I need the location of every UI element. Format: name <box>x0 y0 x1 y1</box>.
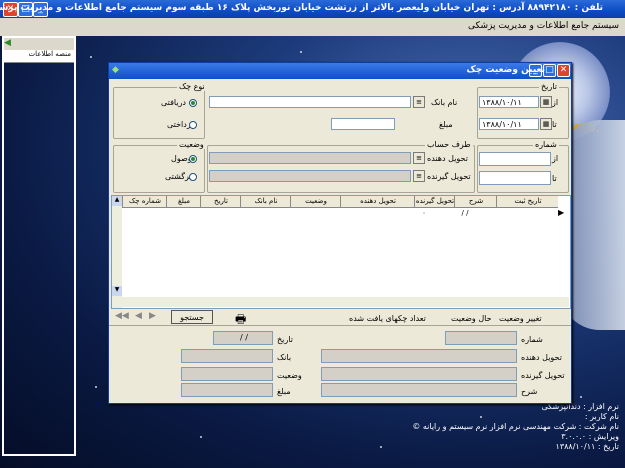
menu-title: سیستم جامع اطلاعات و مدیریت پزشکی <box>467 21 619 31</box>
number-to-label: تا <box>552 174 557 183</box>
number-from-label: از <box>552 154 559 163</box>
deliverer-lookup-icon[interactable]: ≡ <box>413 152 425 164</box>
sidebar-header: ◀ <box>4 38 74 50</box>
footer-date: تاریخ : ۱۳۸۸/۱۰/۱۱ <box>555 442 619 451</box>
number-to-input[interactable] <box>479 171 551 185</box>
calendar-to-icon[interactable]: ▦ <box>540 118 552 130</box>
date-group <box>477 87 569 139</box>
found-count-label: تعداد چکهای یافت شده <box>349 314 426 323</box>
search-button[interactable]: جستجو <box>171 310 213 324</box>
number-group-label: شماره <box>533 140 559 149</box>
scroll-down-icon[interactable]: ▼ <box>112 286 122 296</box>
amount-label: مبلغ <box>439 120 453 129</box>
scroll-up-icon[interactable]: ▲ <box>112 196 122 206</box>
dialog-title: تعیین وضعیت چک <box>466 65 545 75</box>
amount-input[interactable] <box>331 118 395 130</box>
col-date[interactable]: تاریخ <box>200 196 241 207</box>
nav-next-icon[interactable]: ▶ <box>149 311 156 321</box>
footer-company: نام شرکت : شرکت مهندسی نرم افزار نرم سیس… <box>412 422 619 431</box>
detail-amount-label: مبلغ <box>277 387 291 396</box>
col-receiver[interactable]: تحویل گیرنده <box>414 196 455 207</box>
date-group-label: تاریخ <box>539 82 559 91</box>
type-received-radio[interactable] <box>189 99 197 107</box>
status-group-label: وضعیت <box>177 140 206 149</box>
printer-icon[interactable]: 🖶 <box>235 310 246 331</box>
sidebar-menu-button[interactable]: منصه اطلاعات <box>4 50 74 63</box>
app-titlebar: ✕ □ _ تلفن : ۸۸۹۴۲۱۸۰ آدرس : تهران خیابا… <box>0 0 625 18</box>
type-paid-radio[interactable] <box>189 121 197 129</box>
number-from-input[interactable] <box>479 152 551 166</box>
change-status-label[interactable]: تغییر وضعیت <box>499 314 542 323</box>
checks-grid: ▲ ▼ شماره چک مبلغ تاریخ نام بانک وضعیت ت… <box>111 195 571 309</box>
check-status-dialog: ✕ □ _ تعیین وضعیت چک ◆ تاریخ از ۱۳۸۸/۱۰/… <box>108 62 572 404</box>
detail-check-number-label: شماره <box>521 335 543 344</box>
current-status-label: حال وضعیت <box>451 314 492 323</box>
receiver-lookup-icon[interactable]: ≡ <box>413 170 425 182</box>
menu-bar: سیستم جامع اطلاعات و مدیریت پزشکی <box>0 18 625 36</box>
grid-horizontal-scrollbar[interactable] <box>122 297 569 307</box>
status-collected-radio[interactable] <box>189 155 197 163</box>
col-amount[interactable]: مبلغ <box>166 196 201 207</box>
detail-bank-label: بانک <box>277 353 292 362</box>
footer-info: نرم افزار : دندانپزشکی نام کاربر : نام ش… <box>412 402 619 452</box>
status-group <box>113 145 205 193</box>
detail-amount-field <box>181 383 273 397</box>
nav-first-icon[interactable]: ◀◀ <box>115 311 129 321</box>
calendar-from-icon[interactable]: ▦ <box>540 96 552 108</box>
grid-header: شماره چک مبلغ تاریخ نام بانک وضعیت تحویل… <box>122 196 558 208</box>
col-bank-name[interactable]: نام بانک <box>240 196 291 207</box>
dialog-close-button[interactable]: ✕ <box>557 64 570 77</box>
check-type-label: نوع چک <box>177 82 207 91</box>
bank-name-input[interactable] <box>209 96 411 108</box>
detail-status-field <box>181 367 273 381</box>
date-to-label: تا <box>552 120 557 129</box>
detail-receiver-label: تحویل گیرنده <box>521 371 565 380</box>
detail-description-field <box>321 383 517 397</box>
footer-user: نام کاربر : <box>584 412 619 421</box>
detail-description-label: شرح <box>521 387 538 396</box>
date-to-input[interactable]: ۱۳۸۸/۱۰/۱۱ <box>479 118 539 130</box>
detail-bank-field <box>181 349 273 363</box>
grid-cell[interactable]: ۰ <box>404 209 444 217</box>
check-type-group <box>113 87 205 139</box>
date-from-input[interactable]: ۱۳۸۸/۱۰/۱۱ <box>479 96 539 108</box>
detail-deliverer-label: تحویل دهنده <box>521 353 562 362</box>
back-arrow-icon[interactable]: ◀ <box>4 38 11 48</box>
col-check-number[interactable]: شماره چک <box>122 196 167 207</box>
type-received-label: دریافتی <box>161 98 186 107</box>
divider <box>109 325 571 326</box>
deliverer-label: تحویل دهنده <box>427 154 468 163</box>
row-pointer-icon: ▶ <box>558 208 565 217</box>
dialog-app-icon: ◆ <box>112 65 119 75</box>
col-register-date[interactable]: تاریخ ثبت <box>496 196 559 207</box>
col-description[interactable]: شرح <box>454 196 497 207</box>
bank-lookup-icon[interactable]: ≡ <box>413 96 425 108</box>
status-returned-label: برگشتی <box>165 172 192 181</box>
party-group-label: طرف حساب <box>425 140 473 149</box>
date-from-label: از <box>552 98 559 107</box>
status-returned-radio[interactable] <box>189 173 197 181</box>
receiver-label: تحویل گیرنده <box>427 172 471 181</box>
dialog-titlebar: ✕ □ _ تعیین وضعیت چک ◆ <box>109 63 571 79</box>
bank-name-label: نام بانک <box>431 98 458 107</box>
grid-vertical-scrollbar[interactable]: ▲ ▼ <box>112 196 122 308</box>
detail-status-label: وضعیت <box>277 371 302 380</box>
col-deliverer[interactable]: تحویل دهنده <box>340 196 415 207</box>
nav-prev-icon[interactable]: ◀ <box>135 311 142 321</box>
footer-version: ویرایش : ۳.۰.۰.۰ <box>561 432 619 441</box>
left-sidebar: ◀ منصه اطلاعات <box>2 36 76 456</box>
detail-deliverer-field <box>321 349 517 363</box>
detail-check-number-field <box>445 331 517 345</box>
receiver-input[interactable] <box>209 170 411 182</box>
detail-date-field: / / <box>213 331 273 345</box>
app-title: تلفن : ۸۸۹۴۲۱۸۰ آدرس : تهران خیابان ولیع… <box>0 3 603 13</box>
detail-receiver-field <box>321 367 517 381</box>
deliverer-input[interactable] <box>209 152 411 164</box>
grid-cell[interactable]: / / <box>444 209 486 217</box>
detail-date-label: تاریخ <box>277 335 293 344</box>
col-status[interactable]: وضعیت <box>290 196 341 207</box>
